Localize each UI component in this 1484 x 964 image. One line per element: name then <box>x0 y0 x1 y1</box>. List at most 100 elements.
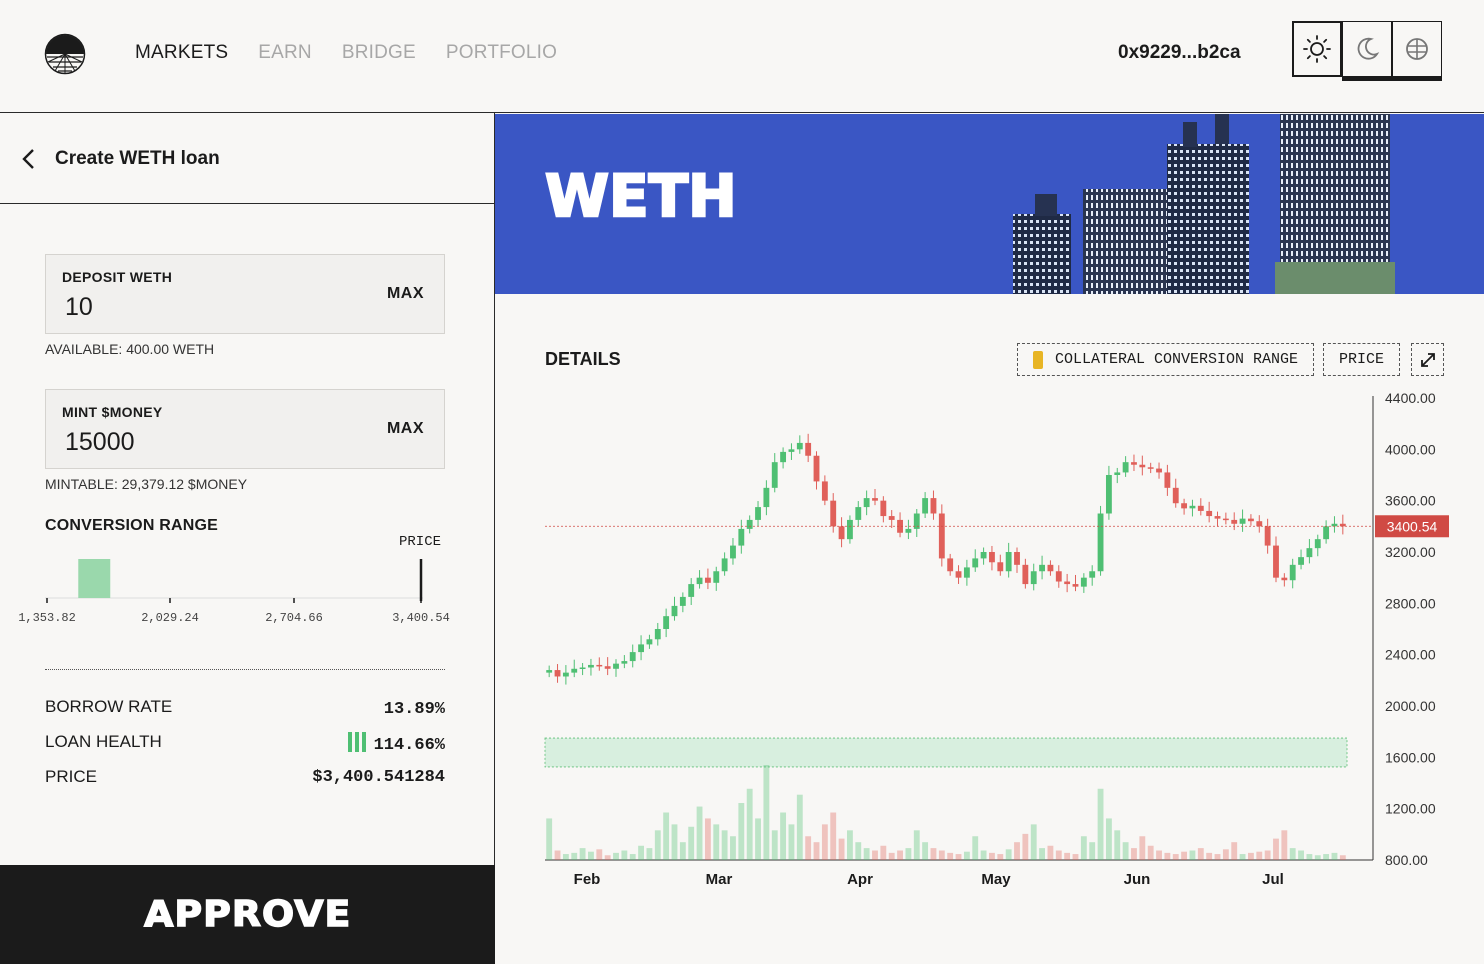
price-toggle[interactable]: PRICE <box>1323 343 1401 376</box>
price-value: $3,400.541284 <box>312 768 445 787</box>
nav-portfolio[interactable]: PORTFOLIO <box>446 42 557 64</box>
y-tick-label: 800.00 <box>1385 852 1428 868</box>
conversion-range-title: CONVERSION RANGE <box>45 517 218 534</box>
candle-body <box>1239 518 1246 524</box>
approve-button[interactable]: APPROVE <box>0 865 495 964</box>
volume-bar <box>1131 848 1137 860</box>
collateral-range-toggle[interactable]: COLLATERAL CONVERSION RANGE <box>1017 343 1315 376</box>
volume-bar <box>1314 855 1321 860</box>
candle-body <box>780 451 787 463</box>
details-title: DETAILS <box>545 349 621 369</box>
mint-field[interactable]: MINT $MONEY MAX <box>45 389 445 469</box>
volume-bar <box>1231 842 1238 860</box>
volume-bar <box>1114 830 1121 860</box>
volume-bar <box>863 848 870 860</box>
health-bars-icon <box>347 732 366 752</box>
volume-bar <box>1047 845 1054 860</box>
volume-bar <box>838 838 845 860</box>
range-block <box>78 559 111 598</box>
candle-body <box>989 552 995 563</box>
candle-body <box>688 584 695 597</box>
candle-body <box>838 526 845 540</box>
candle-body <box>562 672 569 677</box>
moon-icon <box>1357 37 1380 60</box>
volume-bar <box>713 824 720 860</box>
candle-body <box>1273 545 1279 578</box>
candle-body <box>654 629 661 640</box>
deposit-input[interactable] <box>65 293 355 322</box>
range-tick-label: 2,029.24 <box>141 611 199 625</box>
mint-mintable: MINTABLE: 29,379.12 $MONEY <box>45 476 248 492</box>
volume-bar <box>905 848 912 860</box>
candle-body <box>1072 584 1079 587</box>
volume-bar <box>1164 852 1171 860</box>
candle-body <box>847 519 853 540</box>
volume-bar <box>930 848 937 860</box>
volume-bar <box>780 812 787 860</box>
candle-body <box>1139 464 1146 468</box>
candle-body <box>930 498 937 514</box>
volume-bar <box>1206 852 1213 860</box>
deposit-label: DEPOSIT WETH <box>62 269 173 285</box>
volume-bar <box>663 812 670 860</box>
mint-max-button[interactable]: MAX <box>387 420 424 438</box>
volume-bar <box>989 852 995 860</box>
wallet-address[interactable]: 0x9229...b2ca <box>1118 42 1241 64</box>
nav-bridge[interactable]: BRIDGE <box>342 42 416 64</box>
volume-bar <box>963 851 970 860</box>
logo-icon[interactable] <box>44 33 86 75</box>
chevron-left-icon[interactable] <box>20 148 38 170</box>
volume-bar <box>1072 854 1079 860</box>
candle-body <box>963 567 970 578</box>
candle-body <box>704 577 711 583</box>
conversion-range-chart[interactable]: 1,353.82 2,029.24 2,704.66 3,400.54 <box>0 553 494 633</box>
candle-body <box>1064 581 1071 585</box>
volume-bar <box>1039 848 1045 860</box>
candle-body <box>1189 505 1196 509</box>
candle-body <box>872 498 878 501</box>
candle-body <box>679 596 686 606</box>
volume-bar <box>1156 850 1162 860</box>
globe-theme-button[interactable] <box>1392 21 1442 77</box>
candle-body <box>1197 505 1204 511</box>
volume-bar <box>562 854 569 860</box>
candle-body <box>855 507 862 520</box>
volume-bar <box>679 842 686 860</box>
mint-input[interactable] <box>65 428 355 457</box>
expand-chart-button[interactable] <box>1411 343 1444 376</box>
main-nav: MARKETS EARN BRIDGE PORTFOLIO <box>135 42 587 64</box>
volume-bar <box>1273 838 1279 860</box>
candle-body <box>1097 513 1104 572</box>
volume-bar <box>554 850 561 860</box>
candle-body <box>922 498 929 514</box>
deposit-max-button[interactable]: MAX <box>387 285 424 303</box>
y-tick-label: 1200.00 <box>1385 801 1436 817</box>
light-theme-button[interactable] <box>1292 21 1342 77</box>
candle-body <box>1047 564 1054 572</box>
borrow-rate-value: 13.89% <box>383 700 445 719</box>
x-tick-label: Feb <box>574 871 601 888</box>
price-toggle-label: PRICE <box>1339 351 1385 368</box>
theme-switcher <box>1292 21 1442 77</box>
volume-bar <box>1014 842 1020 860</box>
panel-header: Create WETH loan <box>0 113 494 204</box>
candle-body <box>763 487 770 508</box>
volume-bar <box>1089 842 1096 860</box>
candle-body <box>955 571 962 578</box>
nav-markets[interactable]: MARKETS <box>135 42 228 64</box>
deposit-field[interactable]: DEPOSIT WETH MAX <box>45 254 445 334</box>
candle-body <box>554 670 561 677</box>
volume-bar <box>830 812 837 860</box>
volume-bar <box>1097 788 1104 860</box>
volume-bar <box>1055 850 1062 860</box>
volume-bar <box>604 855 611 860</box>
x-tick-label: Jul <box>1262 871 1284 888</box>
volume-bar <box>1147 845 1154 860</box>
candle-body <box>1298 557 1304 565</box>
dark-theme-button[interactable] <box>1342 21 1392 77</box>
candle-body <box>671 605 678 617</box>
volume-bar <box>1197 848 1204 860</box>
price-chart[interactable]: 800.00 1200.00 1600.00 2000.00 2400.00 2800.0… <box>495 390 1484 900</box>
nav-earn[interactable]: EARN <box>258 42 312 64</box>
globe-icon <box>1406 38 1428 60</box>
